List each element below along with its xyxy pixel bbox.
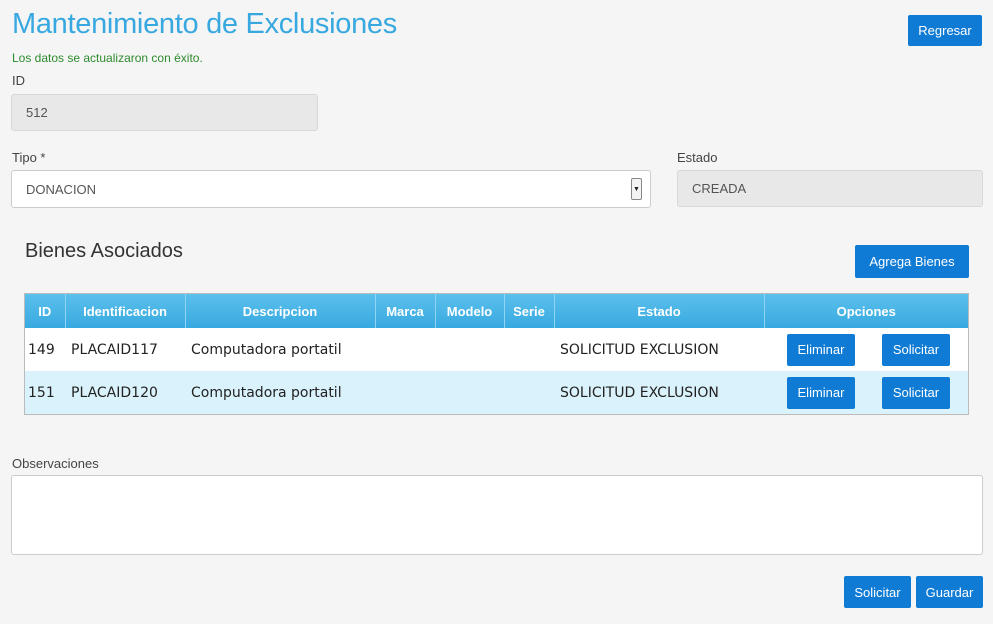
- page-title: Mantenimiento de Exclusiones: [12, 8, 397, 40]
- eliminar-button[interactable]: Eliminar: [787, 376, 855, 409]
- tipo-selected-value: DONACION: [26, 181, 97, 197]
- back-button[interactable]: Regresar: [908, 15, 982, 46]
- column-header-descripcion[interactable]: Descripcion: [185, 294, 376, 328]
- cell-opciones: Eliminar Solicitar: [764, 328, 968, 371]
- id-field: 512: [11, 94, 318, 131]
- cell-id: 149: [28, 341, 55, 358]
- column-header-identificacion[interactable]: Identificacion: [65, 294, 186, 328]
- guardar-button[interactable]: Guardar: [916, 576, 983, 608]
- solicitar-row-button[interactable]: Solicitar: [882, 333, 950, 366]
- tipo-label: Tipo *: [12, 150, 46, 165]
- id-label: ID: [12, 73, 25, 88]
- add-bienes-button[interactable]: Agrega Bienes: [855, 245, 969, 278]
- cell-opciones: Eliminar Solicitar: [764, 371, 968, 414]
- eliminar-button[interactable]: Eliminar: [787, 333, 855, 366]
- estado-label: Estado: [677, 150, 718, 165]
- solicitar-button[interactable]: Solicitar: [844, 576, 911, 608]
- cell-modelo: [435, 328, 504, 371]
- success-message: Los datos se actualizaron con éxito.: [12, 51, 203, 65]
- table-row: 151 PLACAID120 Computadora portatil SOLI…: [25, 371, 968, 414]
- cell-serie: [504, 328, 554, 371]
- cell-estado: SOLICITUD EXCLUSION: [560, 341, 719, 358]
- column-header-serie[interactable]: Serie: [504, 294, 555, 328]
- column-header-modelo[interactable]: Modelo: [435, 294, 505, 328]
- column-header-marca[interactable]: Marca: [375, 294, 436, 328]
- id-value: 512: [26, 105, 48, 120]
- column-header-opciones: Opciones: [764, 294, 968, 328]
- column-header-estado[interactable]: Estado: [554, 294, 765, 328]
- observaciones-textarea[interactable]: [11, 475, 983, 555]
- cell-descripcion: Computadora portatil: [185, 371, 375, 414]
- tipo-select[interactable]: DONACION ▼: [11, 170, 651, 208]
- column-header-id[interactable]: ID: [25, 294, 66, 328]
- solicitar-row-button[interactable]: Solicitar: [882, 376, 950, 409]
- cell-modelo: [435, 371, 504, 414]
- cell-identificacion: PLACAID117: [71, 341, 158, 358]
- observaciones-label: Observaciones: [12, 456, 99, 471]
- chevron-down-icon[interactable]: ▼: [631, 178, 642, 200]
- table-header-row: ID Identificacion Descripcion Marca Mode…: [25, 294, 968, 328]
- cell-marca: [375, 371, 435, 414]
- cell-estado: SOLICITUD EXCLUSION: [554, 371, 764, 414]
- cell-id: 151: [25, 371, 65, 414]
- cell-marca: [375, 328, 435, 371]
- cell-descripcion: Computadora portatil: [191, 341, 342, 358]
- table-row: 149 PLACAID117 Computadora portatil SOLI…: [25, 328, 968, 371]
- cell-serie: [504, 371, 554, 414]
- estado-field: CREADA: [677, 170, 983, 207]
- estado-value: CREADA: [692, 181, 747, 196]
- bienes-section-title: Bienes Asociados: [25, 240, 183, 262]
- bienes-table: ID Identificacion Descripcion Marca Mode…: [24, 293, 969, 415]
- cell-identificacion: PLACAID120: [65, 371, 185, 414]
